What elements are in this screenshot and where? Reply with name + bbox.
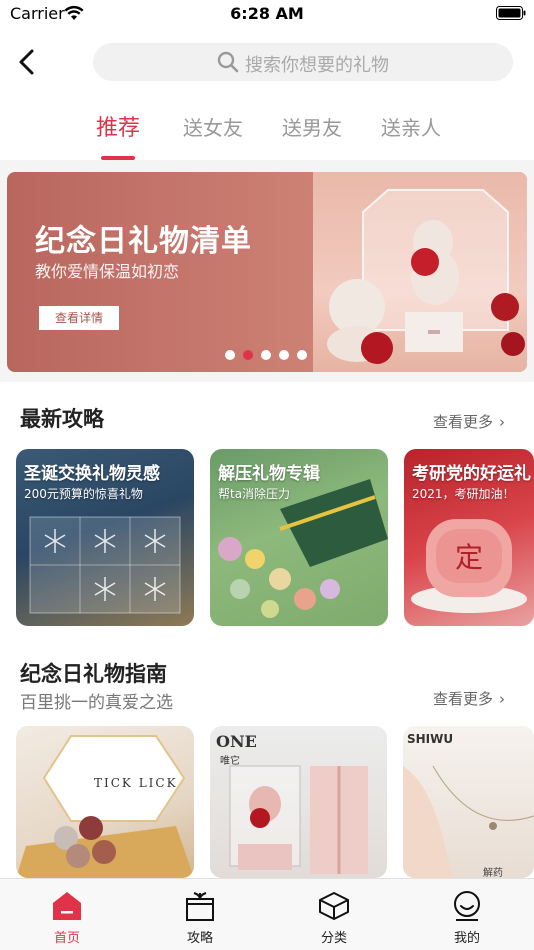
banner-title: 纪念日礼物清单 [35, 224, 252, 259]
brand-sublabel: 解药 [483, 868, 503, 878]
tab-recommend[interactable]: 推荐 [96, 110, 140, 142]
search-placeholder: 搜索你想要的礼物 [245, 55, 389, 76]
carousel-dot[interactable] [261, 350, 271, 360]
tabbar-guides[interactable]: 攻略 [160, 887, 240, 946]
more-label: 查看更多 [433, 413, 494, 431]
tabbar-profile[interactable]: 我的 [427, 887, 507, 946]
brand-sublabel: 唯它 [220, 756, 240, 767]
anniversary-guide-subtitle: 百里挑一的真爱之选 [20, 693, 173, 713]
gift-card-shiwu[interactable]: SHIWU 解药 [403, 726, 534, 878]
banner-subtitle: 教你爱情保温如初恋 [35, 262, 180, 281]
card-subtitle: 200元预算的惊喜礼物 [24, 487, 143, 501]
tab-for-girlfriend[interactable]: 送女友 [183, 112, 243, 141]
card-subtitle: 帮ta消除压力 [218, 487, 291, 501]
card-title: 圣诞交换礼物灵感 [24, 464, 160, 484]
tabbar-label: 首页 [53, 931, 80, 946]
tabbar-label: 攻略 [186, 931, 213, 946]
brand-label: SHIWU [407, 732, 454, 746]
battery-icon [496, 6, 526, 20]
bottom-tab-bar: 首页 攻略 分类 我的 [0, 878, 534, 950]
status-bar: Carrier 6:28 AM [0, 0, 534, 28]
carousel-dot[interactable] [243, 350, 253, 360]
category-icon [319, 892, 349, 920]
tab-for-boyfriend[interactable]: 送男友 [282, 112, 342, 141]
carousel-dot[interactable] [279, 350, 289, 360]
gift-card-tick-lick[interactable]: TICK LICK [16, 726, 194, 878]
anniversary-guide-title: 纪念日礼物指南 [20, 662, 167, 686]
card-title: 解压礼物专辑 [218, 464, 320, 484]
guide-card-exam-luck[interactable]: 定 考研党的好运礼 2021，考研加油！ [404, 449, 534, 626]
more-label: 查看更多 [433, 690, 494, 708]
header: 搜索你想要的礼物 推荐 送女友 送男友 送亲人 [0, 28, 534, 160]
anniversary-guide-more-link[interactable]: 查看更多 › [433, 688, 505, 709]
search-input[interactable]: 搜索你想要的礼物 [93, 43, 513, 81]
brand-label: TICK LICK [94, 776, 178, 790]
guide-card-christmas[interactable]: 圣诞交换礼物灵感 200元预算的惊喜礼物 [16, 449, 194, 626]
gift-icon [186, 892, 214, 921]
carousel-dot[interactable] [225, 350, 235, 360]
active-tab-indicator [101, 156, 135, 160]
tabbar-category[interactable]: 分类 [294, 887, 374, 946]
necklace-illustration [403, 765, 534, 878]
chevron-right-icon: › [499, 690, 506, 708]
profile-icon [454, 891, 480, 921]
tabbar-home[interactable]: 首页 [27, 887, 107, 946]
guide-card-stress-relief[interactable]: 解压礼物专辑 帮ta消除压力 [210, 449, 388, 626]
cake-character: 定 [455, 541, 483, 574]
gift-card-one[interactable]: ONE 唯它 [210, 726, 387, 878]
banner-product-image [313, 172, 527, 372]
chocolate-box-illustration [16, 735, 194, 878]
latest-guides-title: 最新攻略 [20, 407, 104, 431]
carousel-dot[interactable] [297, 350, 307, 360]
carousel-indicator [225, 345, 315, 360]
latest-guides-more-link[interactable]: 查看更多 › [433, 411, 505, 432]
card-title: 考研党的好运礼 [412, 464, 531, 484]
banner-carousel[interactable]: 纪念日礼物清单 教你爱情保温如初恋 查看详情 [7, 172, 527, 372]
category-tabs: 推荐 送女友 送男友 送亲人 [0, 108, 534, 160]
gift-box-illustration [327, 189, 525, 364]
chevron-right-icon: › [499, 413, 506, 431]
brand-label: ONE [216, 732, 257, 751]
back-button[interactable] [12, 46, 44, 78]
card-subtitle: 2021，考研加油！ [412, 487, 515, 501]
home-icon [53, 892, 81, 920]
tabbar-label: 我的 [453, 931, 480, 946]
view-details-button[interactable]: 查看详情 [39, 306, 119, 330]
search-icon [217, 51, 239, 73]
tab-for-family[interactable]: 送亲人 [381, 112, 441, 141]
tabbar-label: 分类 [320, 931, 347, 946]
clock: 6:28 AM [230, 4, 304, 23]
